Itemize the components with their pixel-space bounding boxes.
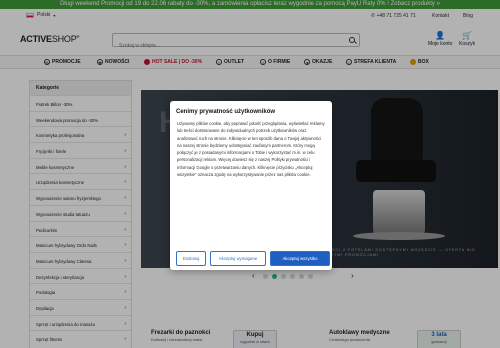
cookie-dialog-title: Cenimy prywatność użytkowników bbox=[176, 109, 276, 115]
customize-button[interactable]: Dostosuj bbox=[176, 251, 206, 266]
cookie-dialog-body: Używamy plików cookie, aby poprawić jako… bbox=[177, 121, 325, 178]
cookie-consent-dialog: Cenimy prywatność użytkowników Używamy p… bbox=[170, 101, 332, 270]
accept-required-button[interactable]: Akceptuj wymagane bbox=[210, 251, 266, 266]
accept-all-button[interactable]: Akceptuj wszystko bbox=[270, 251, 330, 266]
cookie-button-row: Dostosuj Akceptuj wymagane Akceptuj wszy… bbox=[176, 251, 330, 266]
